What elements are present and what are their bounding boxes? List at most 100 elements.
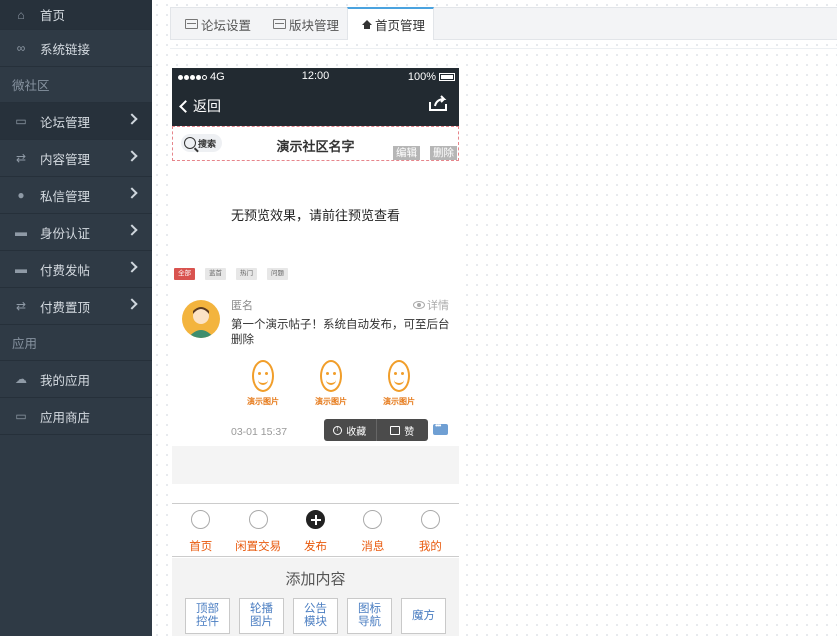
- filter-chips: 全部 蓝首 热门 问题: [174, 268, 288, 280]
- detail-label: 详情: [427, 300, 449, 312]
- chevron-left-icon[interactable]: [179, 100, 192, 113]
- sidebar-item-label: 付费发帖: [40, 263, 91, 278]
- tab-board-management[interactable]: 版块管理: [259, 8, 347, 40]
- post-actions: ! 收藏 赞: [324, 419, 428, 441]
- tabbar-label: 发布: [304, 541, 328, 553]
- sidebar-item-system-links[interactable]: ∞ 系统链接: [0, 30, 152, 67]
- avatar[interactable]: [182, 300, 220, 338]
- sidebar-item-label: 内容管理: [40, 152, 91, 167]
- sidebar-item-paid-pinning[interactable]: ⇄ 付费置顶: [0, 288, 152, 325]
- retweet-icon: ⇄: [15, 299, 27, 313]
- post-date: 03-01 15:37: [231, 426, 288, 438]
- favorite-button[interactable]: ! 收藏: [324, 419, 376, 441]
- battery-status: 100%: [408, 71, 455, 83]
- tab-label: 首页管理: [375, 19, 426, 33]
- tabbar-label: 我的: [418, 541, 442, 553]
- add-carousel-button[interactable]: 轮播 图片: [239, 598, 284, 634]
- tabbar-label: 首页: [189, 541, 213, 553]
- tabbar-label: 消息: [361, 541, 385, 553]
- eye-icon: [413, 301, 425, 309]
- keyboard-icon: ▭: [15, 409, 27, 423]
- filter-chip-hot[interactable]: 热门: [236, 268, 257, 280]
- community-header[interactable]: 搜索 演示社区名字 编辑 删除: [172, 126, 459, 161]
- tab-label: 论坛设置: [201, 18, 252, 33]
- sidebar-item-content-management[interactable]: ⇄ 内容管理: [0, 140, 152, 177]
- add-content-section: 添加内容 顶部 控件 轮播 图片 公告 模块 图标 导航 魔方: [172, 558, 459, 636]
- add-top-widget-button[interactable]: 顶部 控件: [185, 598, 230, 634]
- chevron-right-icon: [126, 113, 138, 125]
- link-icon: ∞: [16, 41, 26, 55]
- like-button[interactable]: 赞: [375, 419, 429, 441]
- filter-chip-all[interactable]: 全部: [174, 268, 195, 280]
- add-notice-button[interactable]: 公告 模块: [293, 598, 338, 634]
- sidebar-item-label: 身份认证: [40, 226, 91, 241]
- edit-button[interactable]: 编辑: [393, 146, 420, 160]
- tabbar-item-home[interactable]: 首页: [172, 504, 229, 556]
- spacer: [172, 446, 459, 484]
- user-face-icon: [420, 510, 440, 529]
- grid-icon: [273, 19, 287, 29]
- chevron-right-icon: [126, 261, 138, 273]
- post-image[interactable]: 演示图片: [314, 360, 348, 412]
- post-text: 第一个演示帖子！系统自动发布，可至后台删除: [231, 319, 450, 346]
- home-icon: [362, 20, 373, 29]
- tabbar-item-messages[interactable]: 消息: [344, 504, 401, 556]
- tabbar-item-publish[interactable]: 发布: [287, 504, 344, 556]
- add-icon-nav-button[interactable]: 图标 导航: [347, 598, 392, 634]
- preview-message: 无预览效果，请前往预览查看: [230, 208, 400, 223]
- chevron-right-icon: [126, 298, 138, 310]
- share-icon[interactable]: [428, 95, 448, 112]
- chevron-right-icon: [126, 224, 138, 236]
- tabbar-item-me[interactable]: 我的: [402, 504, 459, 556]
- tab-label: 版块管理: [289, 18, 340, 33]
- message-icon: [363, 510, 383, 529]
- nav-bar: 返回: [172, 86, 459, 126]
- tabbar-label: 闲置交易: [235, 541, 282, 553]
- sidebar-item-label: 私信管理: [40, 189, 91, 204]
- comment-icon[interactable]: [433, 421, 448, 435]
- post-detail-link[interactable]: 详情: [413, 297, 449, 313]
- monitor-icon: ▭: [15, 114, 27, 128]
- info-icon: !: [333, 425, 343, 435]
- image-label: 演示图片: [383, 397, 415, 406]
- status-bar: 4G 12:00 100%: [172, 68, 459, 86]
- phone-preview: 4G 12:00 100% 返回 搜索 演示社区名字 编辑 删除 无预览效果，请…: [172, 68, 459, 636]
- retweet-icon: ⇄: [15, 151, 27, 165]
- delete-button[interactable]: 删除: [430, 146, 457, 160]
- cloud-icon: ☁: [15, 372, 27, 386]
- sidebar-item-identity-verification[interactable]: ▬ 身份认证: [0, 214, 152, 251]
- filter-chip[interactable]: 蓝首: [205, 268, 226, 280]
- chat-icon: ●: [17, 188, 25, 202]
- image-label: 演示图片: [247, 397, 279, 406]
- tab-forum-settings[interactable]: 论坛设置: [171, 8, 259, 40]
- sidebar-item-message-management[interactable]: ● 私信管理: [0, 177, 152, 214]
- back-button[interactable]: 返回: [193, 96, 221, 116]
- sidebar-item-forum-management[interactable]: ▭ 论坛管理: [0, 103, 152, 140]
- tab-homepage-management[interactable]: 首页管理: [347, 7, 435, 40]
- post-image[interactable]: 演示图片: [246, 360, 280, 412]
- battery-icon: [439, 73, 455, 81]
- post-card[interactable]: 匿名 详情 第一个演示帖子！系统自动发布，可至后台删除 演示图片 演示图片 演示…: [172, 294, 459, 444]
- post-author: 匿名: [231, 300, 253, 312]
- add-content-buttons: 顶部 控件 轮播 图片 公告 模块 图标 导航 魔方: [185, 598, 446, 634]
- home-icon: ⌂: [17, 7, 25, 22]
- add-cube-button[interactable]: 魔方: [401, 598, 446, 634]
- like-label: 赞: [404, 426, 415, 438]
- sidebar-item-home[interactable]: ⌂ 首页: [0, 0, 152, 30]
- post-image[interactable]: 演示图片: [382, 360, 416, 412]
- chevron-right-icon: [126, 187, 138, 199]
- home-icon: [191, 510, 211, 529]
- leaf-icon: [248, 510, 268, 529]
- tab-bar: 论坛设置 版块管理 首页管理: [170, 7, 837, 40]
- add-content-title: 添加内容: [285, 571, 346, 588]
- sidebar-item-label: 论坛管理: [40, 115, 91, 130]
- filter-chip-question[interactable]: 问题: [267, 268, 288, 280]
- tabbar-item-trade[interactable]: 闲置交易: [229, 504, 286, 556]
- card-icon: [185, 19, 198, 29]
- sidebar-group-apps: 应用: [0, 325, 152, 361]
- sidebar-item-my-apps[interactable]: ☁ 我的应用: [0, 361, 152, 398]
- thumbs-up-icon: [390, 425, 401, 435]
- credit-card-icon: ▬: [15, 225, 27, 239]
- sidebar-item-paid-posting[interactable]: ▬ 付费发帖: [0, 251, 152, 288]
- sidebar-item-app-store[interactable]: ▭ 应用商店: [0, 398, 152, 435]
